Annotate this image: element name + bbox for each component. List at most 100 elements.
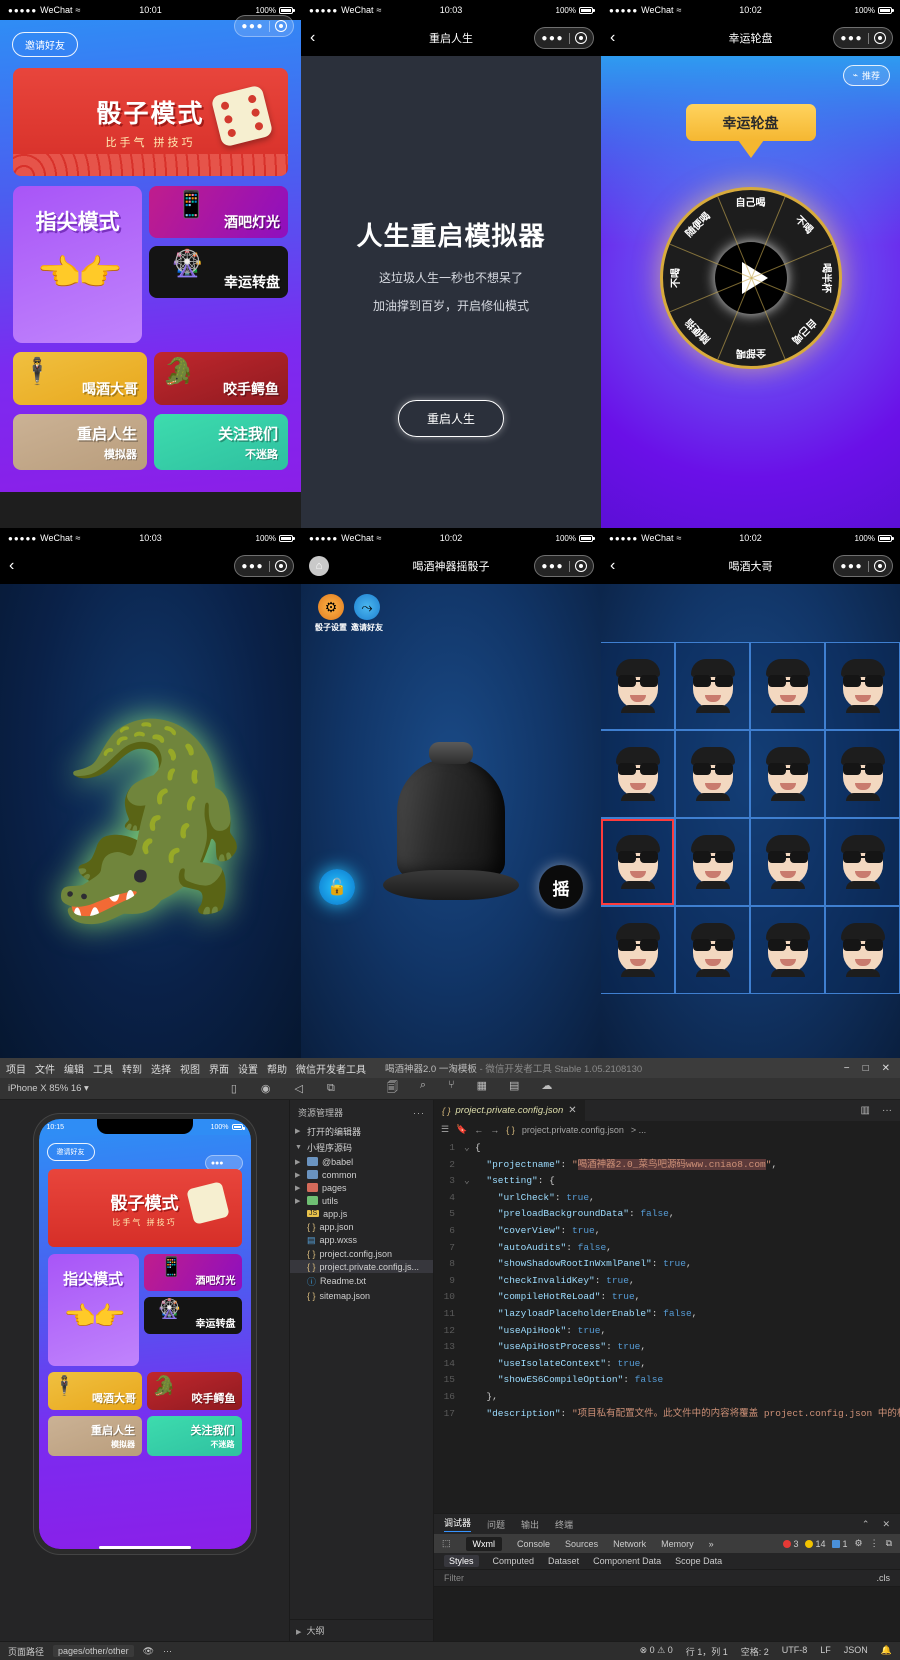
debug-tab-问题[interactable]: 问题 xyxy=(487,1518,505,1531)
fold-icon[interactable] xyxy=(464,1206,475,1223)
mobile-icon[interactable]: ▯ xyxy=(231,1082,237,1095)
invite-friends-button[interactable]: 邀请好友 xyxy=(12,32,78,57)
sim-bar-light-card[interactable]: 📱 酒吧灯光 xyxy=(143,1254,242,1291)
avatar-cell[interactable] xyxy=(601,642,675,730)
recommend-button[interactable]: ⌁ 推荐 xyxy=(842,65,890,86)
devtools-tab-Memory[interactable]: Memory xyxy=(661,1539,694,1549)
avatar-cell[interactable] xyxy=(825,906,900,994)
avatar-cell[interactable] xyxy=(675,818,750,906)
explorer-item[interactable]: ▶ common xyxy=(290,1168,433,1181)
menu-item-视图[interactable]: 视图 xyxy=(180,1061,200,1076)
explorer-item[interactable]: JS app.js xyxy=(290,1207,433,1220)
avatar-cell[interactable] xyxy=(825,818,900,906)
follow-us-card[interactable]: 关注我们 不迷路 xyxy=(154,414,288,470)
window-split-icon[interactable]: ⧉ xyxy=(327,1082,335,1095)
cloud-icon[interactable]: ☁ xyxy=(541,1079,552,1098)
close-target-icon[interactable] xyxy=(275,20,287,32)
debug-tab-终端[interactable]: 终端 xyxy=(555,1518,573,1531)
menu-item-编辑[interactable]: 编辑 xyxy=(64,1061,84,1076)
fortune-wheel[interactable]: 自己喝 不喝 喝半杯 自己喝 全部喝 随便指 不喝 随便喝 xyxy=(659,187,842,369)
notifications-icon[interactable]: 🔔 xyxy=(881,1645,892,1658)
fingertip-mode-card[interactable]: 指尖模式 👈👉 xyxy=(13,186,143,343)
bar-light-card[interactable]: 📱 酒吧灯光 xyxy=(149,186,288,238)
fold-icon[interactable] xyxy=(464,1356,475,1373)
inspect-element-icon[interactable]: ⬚ xyxy=(442,1538,451,1549)
sim-drink-boss-card[interactable]: 🕴️ 喝酒大哥 xyxy=(47,1372,142,1410)
fold-icon[interactable] xyxy=(464,1389,475,1406)
breadcrumb-file[interactable]: project.private.config.json xyxy=(522,1125,624,1135)
more-icon[interactable]: ●●● xyxy=(541,561,564,572)
more-icon[interactable]: ●●● xyxy=(840,33,863,44)
debug-tab-调试器[interactable]: 调试器 xyxy=(444,1516,472,1532)
close-target-icon[interactable] xyxy=(874,560,886,572)
code-content[interactable]: 1 ⌄{2 "projectname": "喝酒神器2.0_菜鸟吧源码www.cn… xyxy=(434,1138,900,1513)
invite-friends-button[interactable]: ⤳ 邀请好友 xyxy=(351,594,383,633)
outline-panel[interactable]: ▶ 大纲 xyxy=(290,1619,433,1641)
menu-item-界面[interactable]: 界面 xyxy=(209,1061,229,1076)
layout-icon[interactable]: ▤ xyxy=(509,1079,519,1098)
fold-icon[interactable]: ⌄ xyxy=(464,1140,475,1157)
menu-item-文件[interactable]: 文件 xyxy=(35,1061,55,1076)
explorer-item[interactable]: ⓘ Readme.txt xyxy=(290,1273,433,1289)
collapse-icon[interactable]: ⌃ xyxy=(862,1519,870,1530)
wechat-capsule[interactable]: ●●● xyxy=(534,555,594,577)
problems-indicator[interactable]: ⊗ 0 ⚠ 0 xyxy=(640,1645,673,1658)
avatar-cell[interactable] xyxy=(750,818,825,906)
menu-item-选择[interactable]: 选择 xyxy=(151,1061,171,1076)
fold-icon[interactable] xyxy=(464,1223,475,1240)
more-icon[interactable]: ●●● xyxy=(211,1160,224,1167)
editor-more-icon[interactable]: ··· xyxy=(882,1105,892,1116)
maximize-icon[interactable]: □ xyxy=(863,1063,869,1074)
eye-icon[interactable]: 👁 xyxy=(143,1646,154,1657)
breadcrumb-rest[interactable]: > ... xyxy=(631,1125,646,1135)
style-tab-Dataset[interactable]: Dataset xyxy=(548,1556,579,1566)
fold-icon[interactable] xyxy=(464,1289,475,1306)
explorer-item[interactable]: ▤ app.wxss xyxy=(290,1233,433,1247)
avatar-cell[interactable] xyxy=(675,906,750,994)
avatar-cell[interactable] xyxy=(825,642,900,730)
restart-life-button[interactable]: 重启人生 xyxy=(397,400,504,437)
devtools-tab-Network[interactable]: Network xyxy=(613,1539,646,1549)
more-icon[interactable]: ●●● xyxy=(541,33,564,44)
debug-tab-输出[interactable]: 输出 xyxy=(521,1518,539,1531)
sim-fingertip-card[interactable]: 指尖模式 👈👉 xyxy=(47,1254,139,1366)
explorer-item[interactable]: ▶ @babel xyxy=(290,1155,433,1168)
back-icon[interactable]: ‹ xyxy=(610,558,615,574)
menu-item-转到[interactable]: 转到 xyxy=(122,1061,142,1076)
avatar-cell[interactable] xyxy=(675,642,750,730)
explorer-item[interactable]: ▶ utils xyxy=(290,1194,433,1207)
explorer-item[interactable]: { } app.json xyxy=(290,1220,433,1233)
style-tab-Computed[interactable]: Computed xyxy=(493,1556,535,1566)
indent-setting[interactable]: 空格: 2 xyxy=(741,1645,769,1658)
avatar-cell[interactable] xyxy=(601,818,675,906)
language-mode[interactable]: JSON xyxy=(844,1645,868,1658)
menu-item-帮助[interactable]: 帮助 xyxy=(267,1061,287,1076)
crocodile-illustration[interactable]: 🐊 xyxy=(33,727,267,915)
filter-input[interactable]: Filter xyxy=(444,1573,464,1583)
warning-badge[interactable]: 14 xyxy=(805,1539,825,1549)
avatar-cell[interactable] xyxy=(750,906,825,994)
avatar-cell[interactable] xyxy=(750,642,825,730)
fold-icon[interactable] xyxy=(464,1240,475,1257)
style-tab-Styles[interactable]: Styles xyxy=(444,1555,479,1567)
bookmark-icon[interactable]: 🔖 xyxy=(456,1124,467,1135)
close-target-icon[interactable] xyxy=(575,560,587,572)
search-icon[interactable]: ⌕ xyxy=(420,1079,426,1098)
minimize-icon[interactable]: − xyxy=(844,1063,850,1074)
source-control-icon[interactable]: ⑂ xyxy=(448,1079,455,1098)
eol-setting[interactable]: LF xyxy=(820,1645,831,1658)
sim-invite-button[interactable]: 邀请好友 xyxy=(46,1143,95,1161)
extensions-icon[interactable]: ▦ xyxy=(477,1079,487,1098)
wechat-capsule[interactable]: ●●● xyxy=(534,27,594,49)
lucky-wheel-card[interactable]: 🎡 幸运转盘 xyxy=(149,246,288,298)
bite-croc-card[interactable]: 🐊 咬手鳄鱼 xyxy=(154,352,288,405)
home-icon[interactable]: ⌂ xyxy=(309,556,329,576)
sim-restart-life-card[interactable]: 重启人生 模拟器 xyxy=(47,1416,142,1456)
wechat-capsule[interactable]: ●●● xyxy=(833,27,893,49)
avatar-cell[interactable] xyxy=(750,730,825,818)
unlock-icon[interactable]: 🔓 xyxy=(319,869,355,905)
page-path-value[interactable]: pages/other/other xyxy=(53,1645,134,1657)
explorer-item[interactable]: { } sitemap.json xyxy=(290,1289,433,1302)
fold-icon[interactable] xyxy=(464,1190,475,1207)
nav-back-icon[interactable]: ← xyxy=(474,1125,483,1135)
